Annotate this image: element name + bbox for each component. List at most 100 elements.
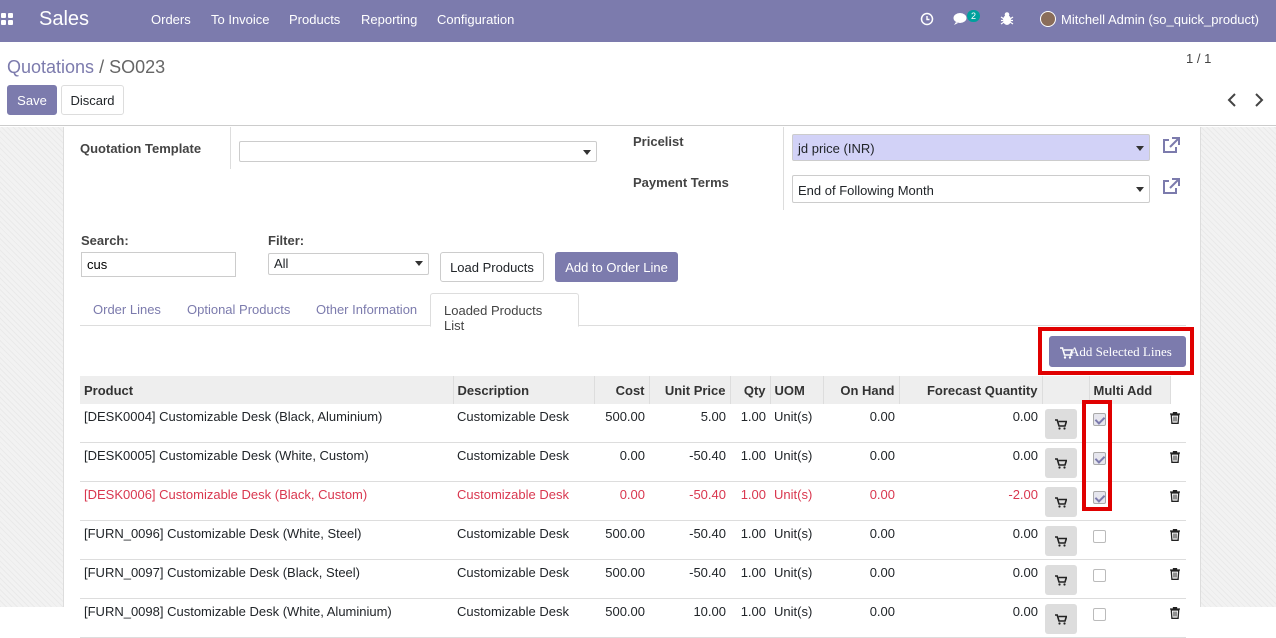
delete-cell	[1170, 481, 1186, 521]
multi-add-checkbox[interactable]	[1093, 530, 1106, 543]
delete-cell	[1170, 598, 1186, 638]
add-to-cart-button[interactable]	[1045, 565, 1077, 595]
menu-orders[interactable]: Orders	[151, 12, 191, 27]
menu-to-invoice[interactable]: To Invoice	[211, 12, 270, 27]
cart-icon	[1055, 419, 1067, 430]
col-qty[interactable]: Qty	[730, 376, 771, 404]
filter-select[interactable]: All	[268, 253, 429, 275]
qty-cell: 1.00	[730, 598, 770, 638]
quotation-template-select[interactable]	[239, 141, 597, 162]
breadcrumb-quotations[interactable]: Quotations	[7, 57, 94, 77]
on-hand-cell: 0.00	[823, 481, 899, 521]
top-navbar: Sales Orders To Invoice Products Reporti…	[0, 0, 1276, 42]
pricelist-select[interactable]: jd price (INR)	[792, 134, 1150, 161]
table-row[interactable]: [FURN_0098] Customizable Desk (White, Al…	[80, 598, 1186, 638]
apps-grid-icon[interactable]	[1, 13, 15, 27]
product-cell: [DESK0004] Customizable Desk (Black, Alu…	[80, 404, 453, 443]
product-cell: [FURN_0097] Customizable Desk (Black, St…	[80, 559, 453, 599]
table-row[interactable]: [DESK0004] Customizable Desk (Black, Alu…	[80, 404, 1186, 443]
tab-other-information[interactable]: Other Information	[303, 293, 430, 326]
payment-terms-select[interactable]: End of Following Month	[792, 175, 1150, 203]
tab-optional-products[interactable]: Optional Products	[174, 293, 303, 326]
cost-cell: 500.00	[594, 559, 649, 599]
add-to-cart-button[interactable]	[1045, 448, 1077, 478]
col-uom[interactable]: UOM	[770, 376, 824, 404]
app-name[interactable]: Sales	[39, 8, 89, 31]
qty-cell: 1.00	[730, 559, 770, 599]
save-button[interactable]: Save	[7, 85, 57, 115]
cost-cell: 0.00	[594, 442, 649, 482]
user-avatar[interactable]	[1040, 11, 1056, 27]
quotation-template-label: Quotation Template	[80, 141, 202, 156]
external-link-icon[interactable]	[1161, 177, 1181, 197]
chevron-left-icon[interactable]	[1227, 93, 1237, 107]
add-to-cart-button[interactable]	[1045, 604, 1077, 634]
qty-cell: 1.00	[730, 404, 770, 443]
search-input[interactable]	[81, 252, 236, 277]
table-row[interactable]: [DESK0006] Customizable Desk (Black, Cus…	[80, 481, 1186, 521]
unit-price-cell: 10.00	[649, 598, 730, 638]
discard-button[interactable]: Discard	[61, 85, 124, 115]
chevron-right-icon[interactable]	[1254, 93, 1264, 107]
unit-price-cell: 5.00	[649, 404, 730, 443]
breadcrumb-separator: /	[99, 57, 105, 77]
divider	[783, 127, 784, 210]
unit-price-cell: -50.40	[649, 520, 730, 560]
col-cost[interactable]: Cost	[594, 376, 650, 404]
uom-cell: Unit(s)	[770, 481, 823, 521]
uom-cell: Unit(s)	[770, 520, 823, 560]
multi-add-checkbox[interactable]	[1093, 569, 1106, 582]
user-menu[interactable]: Mitchell Admin (so_quick_product)	[1061, 12, 1259, 27]
forecast-cell: 0.00	[899, 404, 1042, 443]
col-description[interactable]: Description	[453, 376, 595, 404]
multi-add-checkbox[interactable]	[1093, 608, 1106, 621]
description-cell: Customizable Desk	[453, 598, 594, 638]
table-row[interactable]: [FURN_0097] Customizable Desk (Black, St…	[80, 559, 1186, 599]
on-hand-cell: 0.00	[823, 520, 899, 560]
cost-cell: 500.00	[594, 520, 649, 560]
description-cell: Customizable Desk	[453, 520, 594, 560]
trash-icon[interactable]	[1170, 412, 1180, 427]
add-to-cart-button[interactable]	[1045, 409, 1077, 439]
menu-products[interactable]: Products	[289, 12, 340, 27]
search-label: Search:	[81, 233, 129, 248]
cost-cell: 500.00	[594, 404, 649, 443]
add-to-cart-button[interactable]	[1045, 526, 1077, 556]
add-to-order-line-button[interactable]: Add to Order Line	[555, 252, 678, 282]
multi-add-cell	[1089, 598, 1170, 638]
forecast-cell: 0.00	[899, 442, 1042, 482]
trash-icon[interactable]	[1170, 607, 1180, 622]
table-row[interactable]: [FURN_0096] Customizable Desk (White, St…	[80, 520, 1186, 560]
col-on-hand[interactable]: On Hand	[823, 376, 900, 404]
col-unit-price[interactable]: Unit Price	[649, 376, 731, 404]
col-forecast-quantity[interactable]: Forecast Quantity	[899, 376, 1043, 404]
trash-icon[interactable]	[1170, 451, 1180, 466]
load-products-button[interactable]: Load Products	[440, 252, 544, 282]
add-selected-lines-button[interactable]: Add Selected Lines	[1049, 336, 1186, 367]
col-product[interactable]: Product	[80, 376, 454, 404]
payment-terms-value: End of Following Month	[798, 183, 934, 198]
add-to-cart-button[interactable]	[1045, 487, 1077, 517]
delete-cell	[1170, 404, 1186, 443]
clock-icon[interactable]	[920, 12, 934, 26]
cart-icon	[1055, 614, 1067, 625]
multi-add-cell	[1089, 559, 1170, 599]
pager-value[interactable]: 1 / 1	[1186, 51, 1211, 66]
menu-reporting[interactable]: Reporting	[361, 12, 417, 27]
divider	[230, 127, 231, 169]
tab-loaded-products-list[interactable]: Loaded Products List	[430, 293, 579, 333]
on-hand-cell: 0.00	[823, 404, 899, 443]
uom-cell: Unit(s)	[770, 404, 823, 443]
add-to-cart-cell	[1042, 520, 1089, 560]
trash-icon[interactable]	[1170, 568, 1180, 583]
table-row[interactable]: [DESK0005] Customizable Desk (White, Cus…	[80, 442, 1186, 482]
loaded-products-table: Product Description Cost Unit Price Qty …	[80, 376, 1186, 638]
menu-configuration[interactable]: Configuration	[437, 12, 514, 27]
trash-icon[interactable]	[1170, 490, 1180, 505]
tab-order-lines[interactable]: Order Lines	[80, 293, 174, 326]
uom-cell: Unit(s)	[770, 598, 823, 638]
trash-icon[interactable]	[1170, 529, 1180, 544]
external-link-icon[interactable]	[1161, 136, 1181, 156]
bug-icon[interactable]	[1000, 11, 1014, 26]
multi-add-cell	[1089, 520, 1170, 560]
